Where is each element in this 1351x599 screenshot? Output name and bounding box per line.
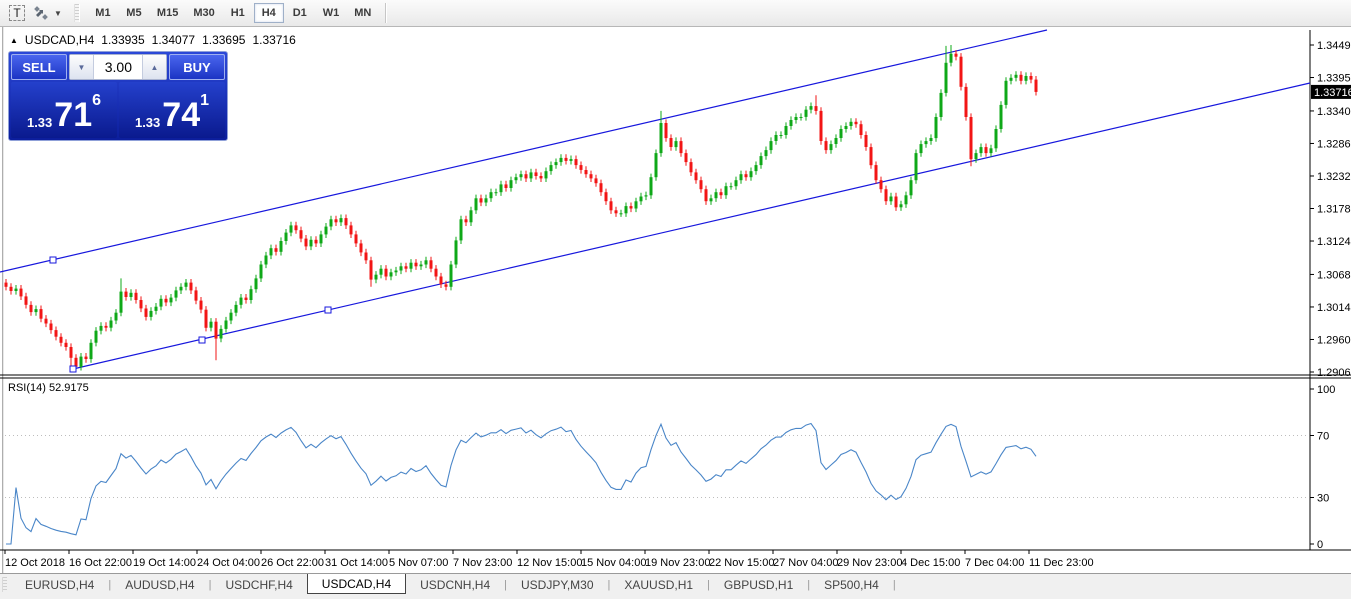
price-axis-label: 1.30145 [1317, 302, 1351, 314]
text-label-tool-button[interactable]: T [6, 3, 28, 23]
time-axis-label: 29 Nov 23:00 [837, 557, 902, 569]
one-click-trading-panel: SELL ▼ 3.00 ▲ BUY 1.33 71 6 1.33 74 1 [8, 51, 228, 141]
price-axis-label: 1.32860 [1317, 138, 1351, 150]
objects-tool-button[interactable] [30, 3, 52, 23]
price-axis-label: 1.33955 [1317, 73, 1351, 85]
symbol-triangle-icon: ▲ [10, 36, 18, 45]
bid-prefix: 1.33 [27, 115, 52, 130]
tab-gbpusd[interactable]: GBPUSD,H1 [710, 574, 807, 595]
channel-handle[interactable] [325, 307, 331, 313]
time-axis-label: 11 Dec 23:00 [1029, 557, 1094, 569]
time-axis-label: 19 Oct 14:00 [133, 557, 196, 569]
ohlc-open: 1.33935 [101, 33, 144, 47]
symbol-header: ▲ USDCAD,H4 1.33935 1.34077 1.33695 1.33… [10, 33, 296, 47]
price-axis-label: 1.33400 [1317, 106, 1351, 118]
tab-usdchf[interactable]: USDCHF,H4 [211, 574, 306, 595]
channel-lower-line[interactable] [73, 83, 1310, 369]
time-axis-label: 27 Nov 04:00 [773, 557, 838, 569]
ask-big-digits: 74 [162, 100, 200, 130]
channel-handle[interactable] [70, 366, 76, 372]
time-axis-label: 26 Oct 22:00 [261, 557, 324, 569]
current-price-value: 1.33716 [1314, 87, 1351, 99]
time-axis-label: 15 Nov 04:00 [581, 557, 646, 569]
text-tool-icon: T [9, 5, 25, 21]
rsi-axis-label: 70 [1317, 431, 1329, 443]
tf-button-h1[interactable]: H1 [223, 3, 253, 23]
volume-increase-button[interactable]: ▲ [142, 55, 166, 79]
volume-input[interactable]: 3.00 [94, 55, 142, 79]
tab-usdjpy[interactable]: USDJPY,M30 [507, 574, 607, 595]
tab-separator: | [893, 574, 896, 595]
tf-button-d1[interactable]: D1 [285, 3, 315, 23]
top-toolbar: T ▼ M1 M5 M15 M30 H1 H4 D1 W1 MN [0, 0, 1351, 27]
price-axis-label: 1.30685 [1317, 269, 1351, 281]
time-axis-label: 12 Nov 15:00 [517, 557, 582, 569]
bid-big-digits: 71 [54, 100, 92, 130]
ohlc-high: 1.34077 [152, 33, 195, 47]
ohlc-close: 1.33716 [252, 33, 295, 47]
tabs-grip[interactable] [2, 577, 7, 592]
price-axis-label: 1.34495 [1317, 40, 1351, 52]
ask-prefix: 1.33 [135, 115, 160, 130]
price-axis-label: 1.29605 [1317, 334, 1351, 346]
price-axis-label: 1.32320 [1317, 171, 1351, 183]
rsi-axis-label: 0 [1317, 539, 1323, 551]
symbol-name: USDCAD,H4 [25, 33, 94, 47]
buy-button[interactable]: BUY [169, 54, 225, 80]
tf-button-m30[interactable]: M30 [186, 3, 221, 23]
time-axis-label: 4 Dec 15:00 [901, 557, 960, 569]
channel-handle[interactable] [199, 337, 205, 343]
rsi-axis-label: 100 [1317, 384, 1335, 396]
tab-usdcnh[interactable]: USDCNH,H4 [406, 574, 504, 595]
rsi-axis-label: 30 [1317, 493, 1329, 505]
tf-button-mn[interactable]: MN [347, 3, 378, 23]
chart-area[interactable]: 1.34495 1.33955 1.33400 1.32860 1.32320 1.317… [0, 27, 1351, 573]
price-axis-label: 1.31780 [1317, 204, 1351, 216]
tab-audusd[interactable]: AUDUSD,H4 [111, 574, 208, 595]
price-axis-label: 1.29065 [1317, 367, 1351, 379]
sell-button[interactable]: SELL [11, 54, 67, 80]
tab-sp500[interactable]: SP500,H4 [810, 574, 893, 595]
tab-eurusd[interactable]: EURUSD,H4 [11, 574, 108, 595]
tab-usdcad-active[interactable]: USDCAD,H4 [307, 574, 406, 594]
time-axis-label: 7 Dec 04:00 [965, 557, 1024, 569]
time-axis-label: 16 Oct 22:00 [69, 557, 132, 569]
time-axis-label: 24 Oct 04:00 [197, 557, 260, 569]
time-axis-label: 7 Nov 23:00 [453, 557, 512, 569]
time-axis-label: 22 Nov 15:00 [709, 557, 774, 569]
tab-xauusd[interactable]: XAUUSD,H1 [610, 574, 707, 595]
ohlc-low: 1.33695 [202, 33, 245, 47]
rsi-indicator-label: RSI(14) 52.9175 [8, 382, 89, 394]
tf-button-h4-active[interactable]: H4 [254, 3, 284, 23]
time-axis-label: 12 Oct 2018 [5, 557, 65, 569]
time-axis-label: 19 Nov 23:00 [645, 557, 710, 569]
objects-arrows-icon [33, 5, 49, 21]
volume-stepper: ▼ 3.00 ▲ [69, 54, 167, 80]
mt4-window: T ▼ M1 M5 M15 M30 H1 H4 D1 W1 MN 1.34495… [0, 0, 1351, 599]
bid-price-display[interactable]: 1.33 71 6 [11, 82, 117, 138]
tf-button-m1[interactable]: M1 [88, 3, 118, 23]
time-axis-label: 31 Oct 14:00 [325, 557, 388, 569]
toolbar-separator [385, 3, 387, 23]
bid-pipette: 6 [92, 84, 101, 118]
ask-price-display[interactable]: 1.33 74 1 [119, 82, 225, 138]
channel-handle[interactable] [50, 257, 56, 263]
tf-button-m15[interactable]: M15 [150, 3, 185, 23]
chart-tabs-bar: EURUSD,H4 | AUDUSD,H4 | USDCHF,H4 USDCAD… [0, 573, 1351, 595]
tf-button-w1[interactable]: W1 [316, 3, 347, 23]
time-axis-label: 5 Nov 07:00 [389, 557, 448, 569]
price-axis-label: 1.31240 [1317, 236, 1351, 248]
tf-button-m5[interactable]: M5 [119, 3, 149, 23]
status-strip [0, 595, 1351, 599]
chevron-down-icon[interactable]: ▼ [54, 9, 62, 18]
ask-pipette: 1 [200, 84, 209, 118]
rsi-line [6, 424, 1036, 545]
toolbar-grip[interactable] [74, 4, 80, 22]
volume-decrease-button[interactable]: ▼ [70, 55, 94, 79]
